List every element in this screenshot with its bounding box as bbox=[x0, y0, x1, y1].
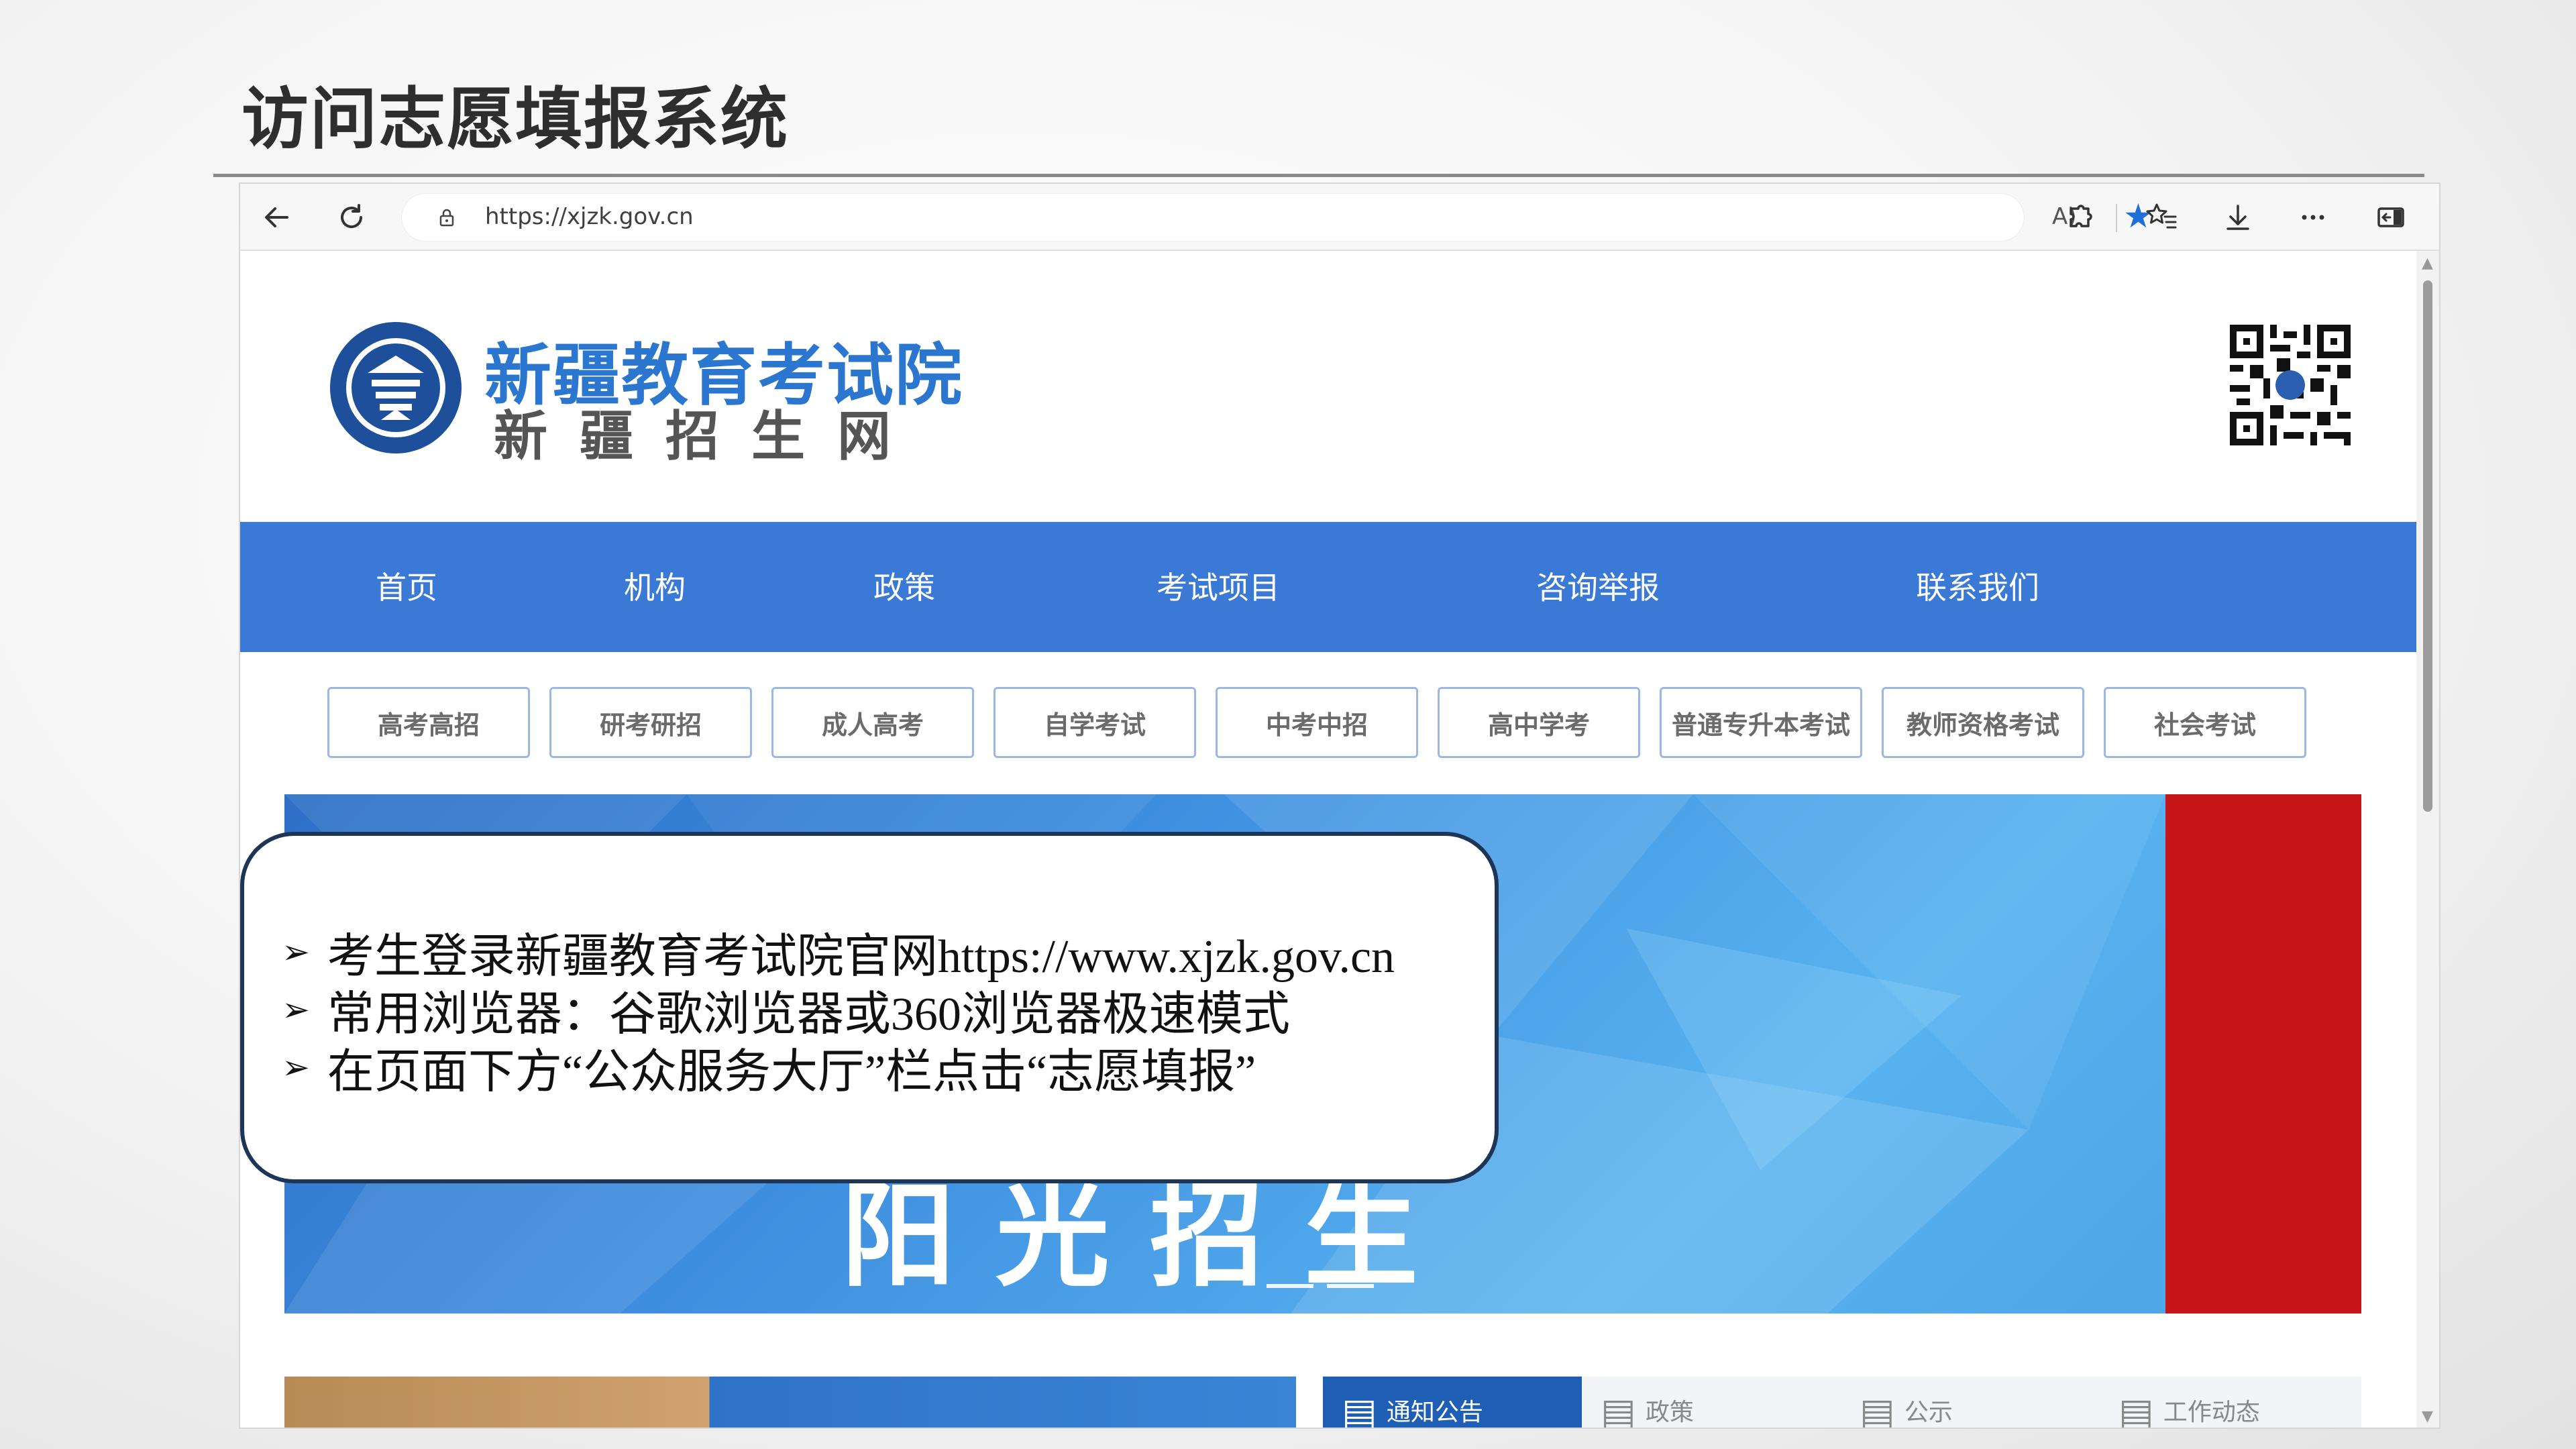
scroll-thumb[interactable] bbox=[2423, 280, 2432, 812]
arrow-bullet-icon: ➢ bbox=[282, 991, 310, 1028]
nav-organization[interactable]: 机构 bbox=[624, 564, 686, 608]
refresh-icon[interactable] bbox=[333, 199, 370, 236]
nav-consult-report[interactable]: 咨询举报 bbox=[1536, 564, 1660, 608]
banner-red-block bbox=[2165, 794, 2361, 1313]
site-subtitle: 新疆招生网 bbox=[494, 405, 923, 468]
back-icon[interactable] bbox=[258, 199, 295, 236]
tab-label: 工作动态 bbox=[2163, 1399, 2260, 1426]
main-nav: 首页 机构 政策 考试项目 咨询举报 联系我们 bbox=[240, 522, 2419, 652]
instruction-callout: ➢ 考生登录新疆教育考试院官网https://www.xjzk.gov.cn ➢ 常… bbox=[240, 832, 1499, 1183]
instruction-item: ➢ 考生登录新疆教育考试院官网https://www.xjzk.gov.cn bbox=[282, 923, 1395, 983]
instruction-text: 在页面下方“公众服务大厅”栏点击“志愿填报” bbox=[327, 1046, 1256, 1098]
tab-label: 政策 bbox=[1645, 1399, 1694, 1426]
document-icon: ▤ bbox=[2118, 1391, 2154, 1429]
category-social-exam[interactable]: 社会考试 bbox=[2104, 687, 2306, 758]
tab-policy[interactable]: ▤ 政策 bbox=[1582, 1377, 1841, 1429]
category-adult-exam[interactable]: 成人高考 bbox=[771, 687, 974, 758]
vertical-scrollbar[interactable]: ▲ ▼ bbox=[2416, 251, 2439, 1428]
document-icon: ▤ bbox=[1860, 1391, 1895, 1429]
instruction-item: ➢ 常用浏览器：谷歌浏览器或360浏览器极速模式 bbox=[282, 981, 1395, 1040]
sidebar-icon[interactable] bbox=[2372, 199, 2410, 236]
tab-notices[interactable]: ▤ 通知公告 bbox=[1323, 1377, 1582, 1429]
favorites-icon[interactable] bbox=[2143, 199, 2180, 236]
exam-category-bar: 高考高招 研考研招 成人高考 自学考试 中考中招 高中学考 普通专升本考试 教师… bbox=[240, 687, 2419, 761]
category-yankao[interactable]: 研考研招 bbox=[549, 687, 752, 758]
arrow-bullet-icon: ➢ bbox=[282, 933, 310, 971]
arrow-bullet-icon: ➢ bbox=[282, 1049, 310, 1086]
title-divider bbox=[213, 174, 2424, 177]
document-icon: ▤ bbox=[1601, 1391, 1636, 1429]
category-zhongkao[interactable]: 中考中招 bbox=[1216, 687, 1418, 758]
carousel-indicator[interactable] bbox=[1327, 1284, 1374, 1288]
browser-window: https://xjzk.gov.cn A) ★ 新疆教育考试院 新疆招生网 首… bbox=[239, 182, 2440, 1429]
news-image[interactable] bbox=[284, 1377, 1296, 1428]
document-icon: ▤ bbox=[1342, 1391, 1377, 1429]
nav-contact[interactable]: 联系我们 bbox=[1916, 564, 2039, 608]
category-high-school[interactable]: 高中学考 bbox=[1438, 687, 1640, 758]
carousel-indicator[interactable] bbox=[1267, 1284, 1313, 1288]
category-upgrade[interactable]: 普通专升本考试 bbox=[1660, 687, 1862, 758]
address-bar[interactable]: https://xjzk.gov.cn A) ★ bbox=[401, 193, 2153, 241]
category-teacher-cert[interactable]: 教师资格考试 bbox=[1882, 687, 2084, 758]
instruction-list: ➢ 考生登录新疆教育考试院官网https://www.xjzk.gov.cn ➢ 常… bbox=[282, 923, 1395, 1098]
category-gaokao[interactable]: 高考高招 bbox=[327, 687, 530, 758]
scroll-up-icon[interactable]: ▲ bbox=[2422, 255, 2433, 272]
qr-code-icon bbox=[2230, 325, 2351, 445]
instruction-item: ➢ 在页面下方“公众服务大厅”栏点击“志愿填报” bbox=[282, 1038, 1395, 1098]
logo-emblem-icon bbox=[330, 322, 462, 453]
toolbar-separator bbox=[2116, 204, 2117, 232]
tab-label: 通知公告 bbox=[1386, 1399, 1483, 1426]
category-self-study[interactable]: 自学考试 bbox=[994, 687, 1196, 758]
browser-toolbar: https://xjzk.gov.cn A) ★ bbox=[240, 184, 2439, 251]
nav-policy[interactable]: 政策 bbox=[873, 564, 935, 608]
extensions-icon[interactable] bbox=[2061, 199, 2098, 236]
download-icon[interactable] bbox=[2219, 199, 2257, 236]
news-tabs: ▤ 通知公告 ▤ 政策 ▤ 公示 ▤ 工作动态 bbox=[1323, 1377, 2361, 1429]
tab-work-updates[interactable]: ▤ 工作动态 bbox=[2100, 1377, 2359, 1429]
nav-exam-projects[interactable]: 考试项目 bbox=[1157, 564, 1280, 608]
lock-icon[interactable] bbox=[437, 207, 457, 227]
nav-home[interactable]: 首页 bbox=[376, 564, 437, 608]
tab-label: 公示 bbox=[1904, 1399, 1953, 1426]
tab-public-notice[interactable]: ▤ 公示 bbox=[1841, 1377, 2100, 1429]
scroll-down-icon[interactable]: ▼ bbox=[2422, 1408, 2433, 1425]
more-icon[interactable] bbox=[2294, 199, 2332, 236]
slide-title: 访问志愿填报系统 bbox=[241, 80, 789, 158]
url-text[interactable]: https://xjzk.gov.cn bbox=[485, 203, 694, 230]
